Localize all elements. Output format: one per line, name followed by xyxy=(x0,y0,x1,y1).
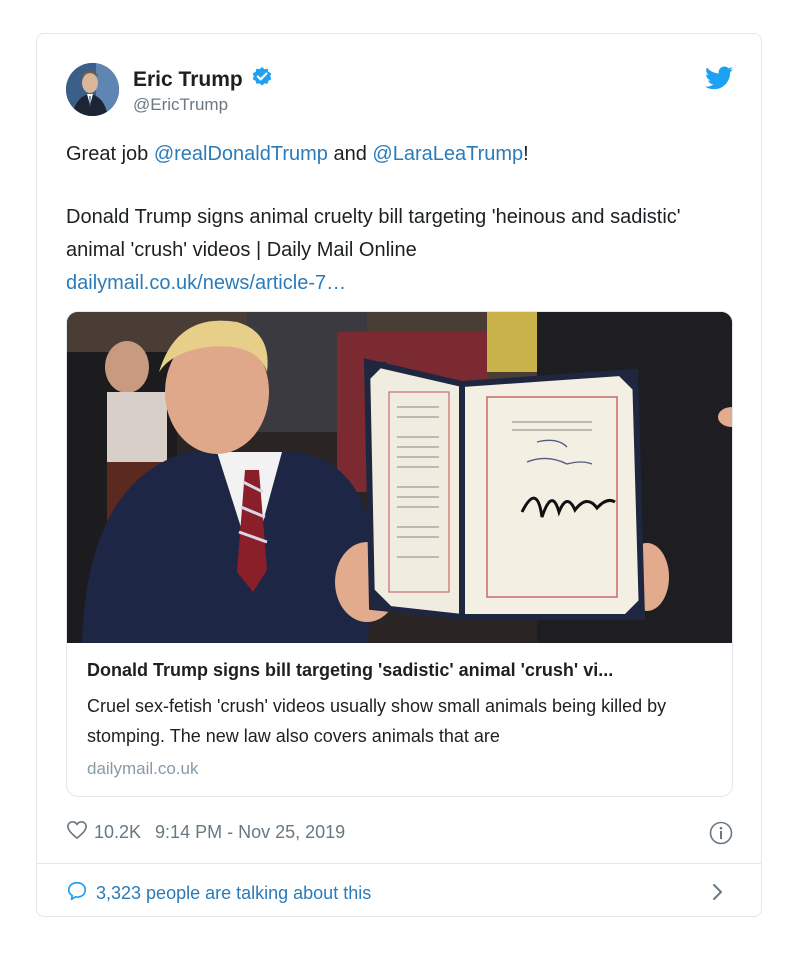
text-prefix: Great job xyxy=(66,143,154,165)
divider xyxy=(37,863,761,864)
author-name-row[interactable]: Eric Trump xyxy=(133,66,273,93)
preview-body: Donald Trump signs bill targeting 'sadis… xyxy=(87,660,715,779)
mention-laraleatrump[interactable]: @LaraLeaTrump xyxy=(372,143,523,165)
speech-bubble-icon xyxy=(66,880,88,907)
tweet-timestamp[interactable]: 9:14 PM - Nov 25, 2019 xyxy=(155,822,345,843)
text-suffix: ! xyxy=(523,143,529,165)
conversation-link[interactable]: 3,323 people are talking about this xyxy=(66,880,371,907)
info-icon[interactable] xyxy=(709,821,733,845)
preview-title[interactable]: Donald Trump signs bill targeting 'sadis… xyxy=(87,660,715,681)
tweet-card[interactable]: Eric Trump @EricTrump Great job @realDon… xyxy=(36,33,762,917)
tweet-line-2: Donald Trump signs animal cruelty bill t… xyxy=(66,201,726,300)
link-preview-card[interactable]: Donald Trump signs bill targeting 'sadis… xyxy=(66,311,733,797)
avatar[interactable] xyxy=(66,63,119,116)
like-count[interactable]: 10.2K xyxy=(94,822,141,843)
tweet-link[interactable]: dailymail.co.uk/news/article-7… xyxy=(66,272,346,294)
preview-description: Cruel sex-fetish 'crush' videos usually … xyxy=(87,696,667,746)
chevron-right-icon[interactable] xyxy=(711,882,725,902)
twitter-bird-icon[interactable] xyxy=(705,66,733,90)
text-and: and xyxy=(327,143,373,165)
author-handle[interactable]: @EricTrump xyxy=(133,95,228,115)
tweet-meta: 10.2K 9:14 PM - Nov 25, 2019 xyxy=(66,820,345,845)
talking-count[interactable]: 3,323 people are talking about this xyxy=(96,883,371,904)
verified-badge-icon xyxy=(251,66,273,93)
tweet-body: Donald Trump signs animal cruelty bill t… xyxy=(66,206,681,261)
mention-realdonaldtrump[interactable]: @realDonaldTrump xyxy=(154,143,328,165)
tweet-text: Great job @realDonaldTrump and @LaraLeaT… xyxy=(66,138,726,300)
author-name[interactable]: Eric Trump xyxy=(133,68,243,92)
tweet-line-1: Great job @realDonaldTrump and @LaraLeaT… xyxy=(66,138,726,171)
preview-domain: dailymail.co.uk xyxy=(87,759,199,778)
preview-image[interactable] xyxy=(67,312,732,643)
heart-icon[interactable] xyxy=(66,820,88,845)
